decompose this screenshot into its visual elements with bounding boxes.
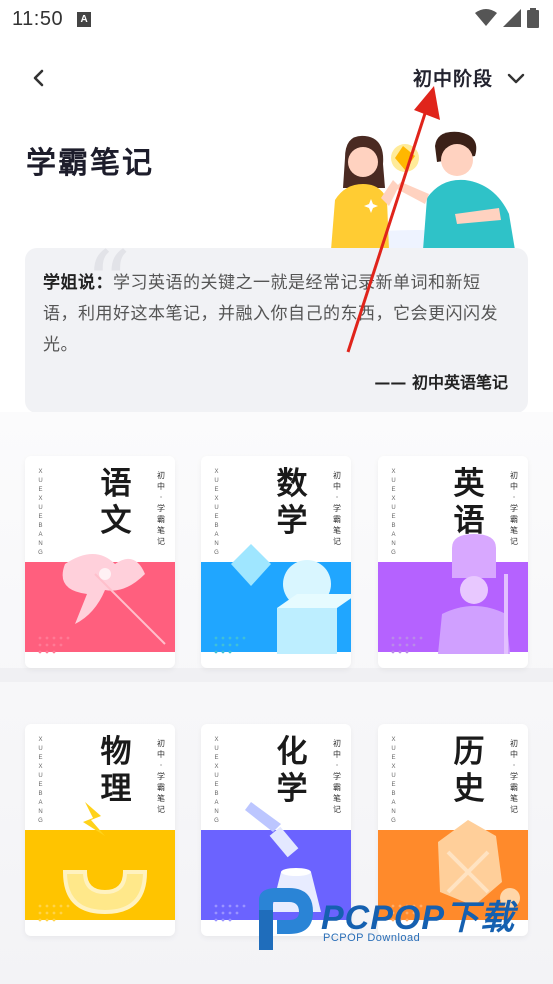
quote-card: “ 学姐说：学习英语的关键之一就是经常记录新单词和新短语，利用好这本笔记，并融入… bbox=[25, 240, 528, 413]
card-subject: 语文 bbox=[100, 466, 132, 539]
card-series: 初中 · 学霸笔记 bbox=[157, 471, 165, 546]
dot-pattern bbox=[38, 636, 70, 654]
annotation-arrow bbox=[346, 86, 440, 353]
dot-pattern bbox=[38, 904, 70, 922]
status-bar: 11:50 A bbox=[0, 0, 553, 38]
signal-icon bbox=[503, 9, 521, 27]
card-series: 初中 · 学霸笔记 bbox=[510, 471, 518, 546]
notification-icon: A bbox=[77, 11, 92, 27]
notebook-card-math[interactable]: 数学 初中 · 学霸笔记 XUEXUEBANG bbox=[201, 456, 351, 668]
card-series: 初中 · 学霸笔记 bbox=[510, 739, 518, 814]
dot-pattern bbox=[391, 636, 423, 654]
card-series: 初中 · 学霸笔记 bbox=[157, 739, 165, 814]
battery-icon bbox=[527, 8, 539, 28]
card-subject: 历史 bbox=[453, 734, 485, 807]
card-pinyin: XUEXUEBANG bbox=[391, 737, 397, 824]
back-button[interactable] bbox=[28, 62, 52, 92]
card-pinyin: XUEXUEBANG bbox=[38, 737, 44, 824]
card-pinyin: XUEXUEBANG bbox=[391, 469, 397, 556]
card-subject: 数学 bbox=[276, 466, 308, 539]
row-divider bbox=[0, 668, 553, 682]
notebook-card-physics[interactable]: 物理 初中 · 学霸笔记 XUEXUEBANG bbox=[25, 724, 175, 936]
quote-speaker: 学姐说： bbox=[43, 273, 113, 293]
dot-pattern bbox=[214, 636, 246, 654]
card-subject: 化学 bbox=[276, 734, 308, 807]
quote-signature: —— 初中英语笔记 bbox=[374, 373, 508, 392]
notebook-card-chinese[interactable]: 语文 初中 · 学霸笔记 XUEXUEBANG bbox=[25, 456, 175, 668]
status-time: 11:50 bbox=[12, 7, 64, 30]
page-title: 学霸笔记 bbox=[26, 146, 154, 181]
watermark: PCPOP下载 PCPOP Download bbox=[255, 884, 545, 954]
dot-pattern bbox=[214, 904, 246, 922]
card-pinyin: XUEXUEBANG bbox=[38, 469, 44, 556]
status-icons bbox=[475, 8, 539, 28]
card-subject: 英语 bbox=[453, 466, 485, 539]
notebook-card-english[interactable]: 英语 初中 · 学霸笔记 XUEXUEBANG bbox=[378, 456, 528, 668]
card-subject: 物理 bbox=[100, 734, 132, 807]
pcpop-logo-icon bbox=[259, 888, 313, 950]
screen: 11:50 A 初中阶段 学霸笔记 “ 学姐说：学习英语的关键之一就是经常记录新… bbox=[0, 0, 553, 984]
watermark-subtitle: PCPOP Download bbox=[323, 932, 421, 944]
card-series: 初中 · 学霸笔记 bbox=[333, 471, 341, 546]
wifi-icon bbox=[475, 9, 497, 26]
card-pinyin: XUEXUEBANG bbox=[214, 737, 220, 824]
chevron-left-icon bbox=[33, 69, 44, 87]
card-pinyin: XUEXUEBANG bbox=[214, 469, 220, 556]
top-nav: 初中阶段 bbox=[0, 58, 553, 98]
card-series: 初中 · 学霸笔记 bbox=[333, 739, 341, 814]
chevron-down-icon bbox=[507, 73, 525, 83]
